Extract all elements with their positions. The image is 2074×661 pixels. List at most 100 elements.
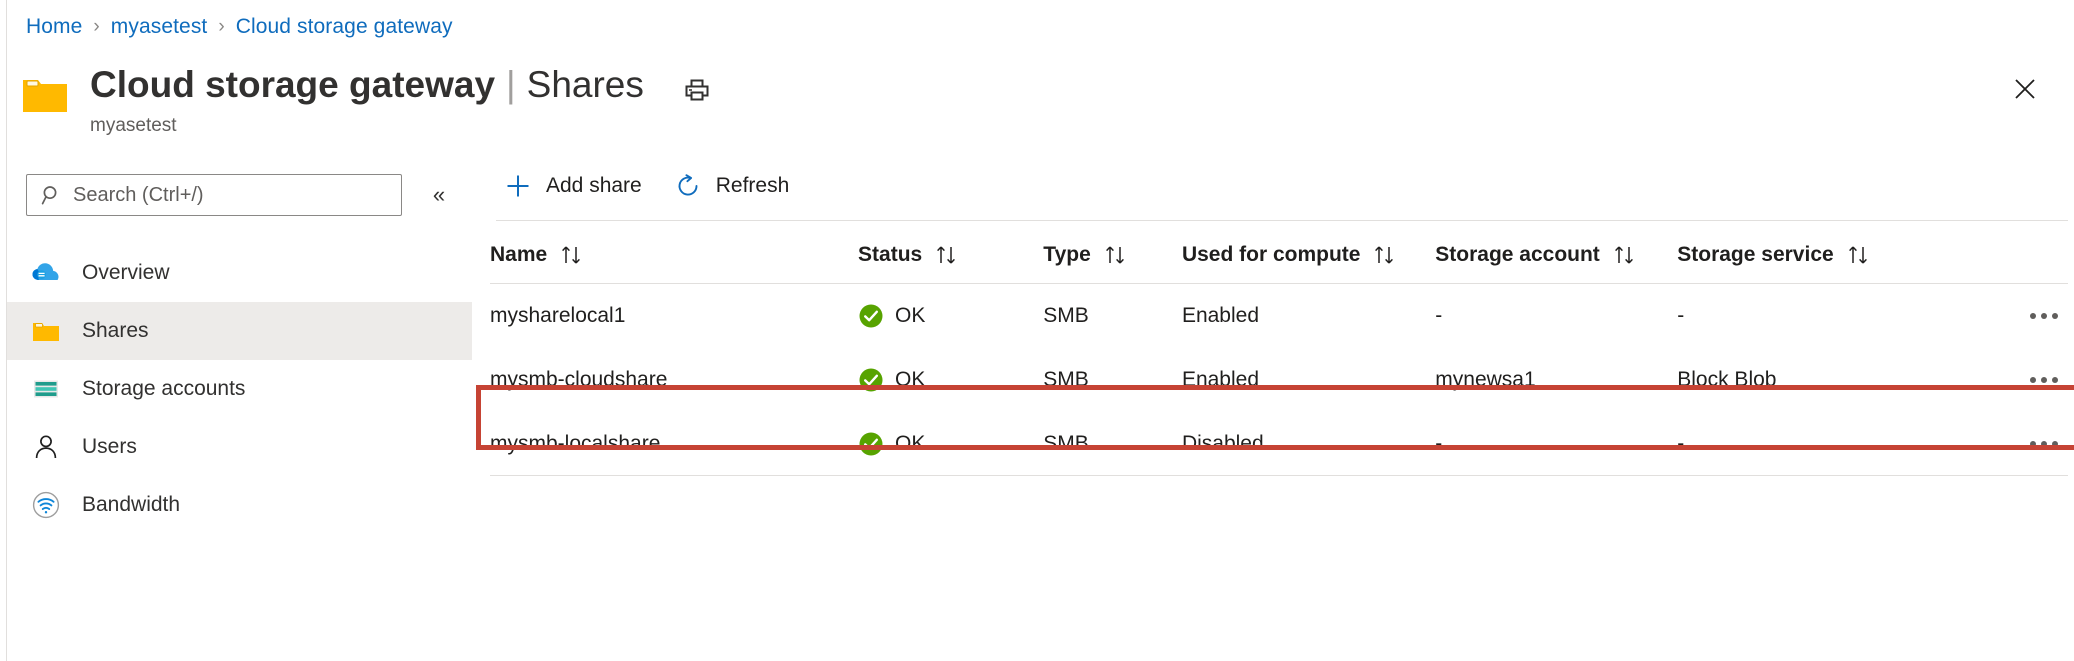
chevron-double-left-icon[interactable]: « xyxy=(424,180,454,210)
sort-ascending-descending-icon[interactable] xyxy=(1613,244,1639,266)
table-row[interactable]: mysharelocal1 OK xyxy=(490,284,2068,348)
column-header-storage-service[interactable]: Storage service xyxy=(1677,243,1916,284)
sidebar-item-users[interactable]: Users xyxy=(7,418,472,476)
blade-content: Search (Ctrl+/) « Overview xyxy=(7,160,2074,661)
cell-type: SMB xyxy=(1043,412,1182,476)
blade-left-rail xyxy=(0,0,7,661)
sidebar-item-overview[interactable]: Overview xyxy=(7,244,472,302)
sort-ascending-descending-icon[interactable] xyxy=(1373,244,1399,266)
shares-table: Name xyxy=(490,243,2068,476)
storage-account-icon xyxy=(31,374,61,404)
column-header-storage-account[interactable]: Storage account xyxy=(1435,243,1677,284)
cell-status: OK xyxy=(858,412,1043,476)
check-circle-green-icon xyxy=(858,431,884,457)
cell-used-for-compute: Enabled xyxy=(1182,348,1435,412)
cell-storage-account: - xyxy=(1435,412,1677,476)
print-icon[interactable] xyxy=(682,75,712,105)
plus-icon xyxy=(502,170,534,202)
cloud-icon xyxy=(31,258,61,288)
breadcrumb-separator-icon: › xyxy=(93,13,99,41)
breadcrumb-item-myasetest[interactable]: myasetest xyxy=(111,13,208,41)
check-circle-green-icon xyxy=(858,303,884,329)
check-circle-green-icon xyxy=(858,367,884,393)
cell-actions xyxy=(1917,348,2068,412)
sort-ascending-descending-icon[interactable] xyxy=(560,244,586,266)
sidebar-item-label: Users xyxy=(82,434,137,460)
command-bar-divider xyxy=(496,220,2068,221)
more-options-icon[interactable] xyxy=(1917,441,2068,447)
column-header-type[interactable]: Type xyxy=(1043,243,1182,284)
search-placeholder: Search (Ctrl+/) xyxy=(73,183,204,207)
title-texts: Cloud storage gateway | Shares myasetest xyxy=(90,62,712,138)
table-row[interactable]: mysmb-cloudshare OK xyxy=(490,348,2068,412)
page-title-separator: | xyxy=(506,62,516,108)
more-options-icon[interactable] xyxy=(1917,313,2068,319)
cell-actions xyxy=(1917,284,2068,348)
cell-name[interactable]: mysmb-cloudshare xyxy=(490,348,858,412)
azure-portal-blade: Home › myasetest › Cloud storage gateway… xyxy=(0,0,2074,661)
table-row[interactable]: mysmb-localshare OK xyxy=(490,412,2068,476)
column-label: Name xyxy=(490,243,547,267)
sort-ascending-descending-icon[interactable] xyxy=(1847,244,1873,266)
cell-storage-service: - xyxy=(1677,284,1916,348)
cell-used-for-compute: Enabled xyxy=(1182,284,1435,348)
column-label: Type xyxy=(1043,243,1090,267)
cell-storage-service: - xyxy=(1677,412,1916,476)
cell-name[interactable]: mysmb-localshare xyxy=(490,412,858,476)
more-options-icon[interactable] xyxy=(1917,377,2068,383)
add-share-label: Add share xyxy=(546,173,642,199)
sort-ascending-descending-icon[interactable] xyxy=(1104,244,1130,266)
search-row: Search (Ctrl+/) « xyxy=(7,174,465,216)
blade-sidebar: Search (Ctrl+/) « Overview xyxy=(7,160,465,661)
breadcrumb: Home › myasetest › Cloud storage gateway xyxy=(26,13,453,41)
search-input[interactable]: Search (Ctrl+/) xyxy=(26,174,402,216)
search-icon xyxy=(41,184,63,206)
breadcrumb-item-cloud-storage-gateway[interactable]: Cloud storage gateway xyxy=(236,13,453,41)
cell-name[interactable]: mysharelocal1 xyxy=(490,284,858,348)
status-label: OK xyxy=(895,432,925,456)
table-header-row: Name xyxy=(490,243,2068,284)
cell-storage-service: Block Blob xyxy=(1677,348,1916,412)
column-header-name[interactable]: Name xyxy=(490,243,858,284)
breadcrumb-item-home[interactable]: Home xyxy=(26,13,82,41)
refresh-icon xyxy=(672,170,704,202)
sidebar-nav: Overview Shares xyxy=(7,244,465,534)
refresh-label: Refresh xyxy=(716,173,790,199)
column-label: Storage service xyxy=(1677,243,1833,267)
cell-storage-account: mynewsa1 xyxy=(1435,348,1677,412)
blade-title-block: Cloud storage gateway | Shares myasetest xyxy=(22,62,712,138)
column-label: Used for compute xyxy=(1182,243,1361,267)
status-label: OK xyxy=(895,368,925,392)
cell-storage-account: - xyxy=(1435,284,1677,348)
shares-panel: Add share Refresh xyxy=(465,160,2074,661)
cell-status: OK xyxy=(858,284,1043,348)
user-icon xyxy=(31,432,61,462)
cell-actions xyxy=(1917,412,2068,476)
page-title-section: Shares xyxy=(527,62,644,108)
column-label: Storage account xyxy=(1435,243,1600,267)
page-subtitle: myasetest xyxy=(90,114,712,138)
close-icon[interactable] xyxy=(2008,72,2042,106)
column-header-status[interactable]: Status xyxy=(858,243,1043,284)
folder-icon xyxy=(31,316,61,346)
status-label: OK xyxy=(895,304,925,328)
refresh-button[interactable]: Refresh xyxy=(668,164,804,208)
sidebar-item-label: Bandwidth xyxy=(82,492,180,518)
sidebar-item-label: Shares xyxy=(82,318,149,344)
column-header-actions xyxy=(1917,243,2068,284)
sidebar-item-label: Storage accounts xyxy=(82,376,245,402)
folder-icon xyxy=(22,74,68,114)
sort-ascending-descending-icon[interactable] xyxy=(935,244,961,266)
sidebar-item-storage-accounts[interactable]: Storage accounts xyxy=(7,360,472,418)
sidebar-item-bandwidth[interactable]: Bandwidth xyxy=(7,476,472,534)
sidebar-item-shares[interactable]: Shares xyxy=(7,302,472,360)
shares-table-wrap: Name xyxy=(490,243,2074,476)
command-bar: Add share Refresh xyxy=(490,160,2074,212)
add-share-button[interactable]: Add share xyxy=(498,164,656,208)
cell-type: SMB xyxy=(1043,348,1182,412)
bandwidth-icon xyxy=(31,490,61,520)
cell-type: SMB xyxy=(1043,284,1182,348)
cell-used-for-compute: Disabled xyxy=(1182,412,1435,476)
cell-status: OK xyxy=(858,348,1043,412)
column-header-used-for-compute[interactable]: Used for compute xyxy=(1182,243,1435,284)
